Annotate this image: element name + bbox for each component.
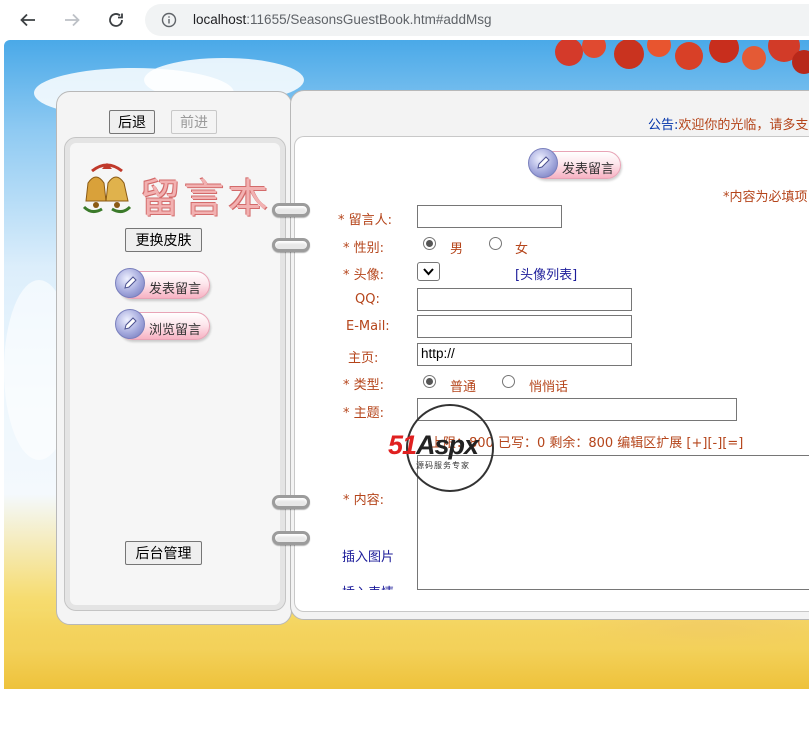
orb-icon [115,309,145,339]
qq-input[interactable] [417,288,632,311]
announcement-text: 欢迎你的光临，请多支 [678,118,809,133]
type-normal-radio[interactable] [423,375,436,388]
watermark-brand: 51Aspx [388,430,479,460]
arrow-left-icon [20,13,35,27]
post-message-header-label: 发表留言 [562,162,615,177]
binder-ring [272,531,310,545]
avatar-label: * 头像: [343,268,385,283]
binder-ring [272,495,310,509]
post-message-nav-label: 发表留言 [149,282,202,297]
type-private-radio[interactable] [502,375,515,388]
browse-messages-nav-button[interactable]: 浏览留言 [115,309,210,340]
name-input[interactable] [417,205,562,228]
gender-label: * 性别: [343,241,385,256]
browser-reload-button[interactable] [102,6,130,34]
forward-button[interactable]: 前进 [171,110,217,134]
binder-ring [272,238,310,252]
guestbook-logo: 留言本 [82,158,277,222]
binder-ring [272,203,310,217]
url-text: localhost:11655/SeasonsGuestBook.htm#add… [193,12,492,27]
gender-female-label: 女 [515,242,529,257]
pencil-icon [537,156,550,169]
browser-toolbar: localhost:11655/SeasonsGuestBook.htm#add… [0,0,809,40]
type-normal-label: 普通 [450,380,477,395]
content-label: * 内容: [343,493,385,508]
qq-label: QQ: [355,292,380,307]
reload-icon [109,13,123,27]
gender-male-radio[interactable] [423,237,436,250]
subject-label: * 主题: [343,406,385,421]
orb-icon [528,148,558,178]
info-icon[interactable] [161,12,177,28]
announcement: 公告:欢迎你的光临，请多支 [648,114,808,133]
bells-icon [82,163,132,214]
chevron-down-icon [423,268,434,276]
autumn-leaves-decoration [555,40,809,74]
announcement-key: 公告: [648,118,679,133]
change-skin-button[interactable]: 更换皮肤 [125,228,202,252]
pencil-icon [124,317,137,330]
watermark-logo: 51Aspx 源码服务专家 [388,404,510,494]
pencil-icon [124,276,137,289]
email-label: E-Mail: [346,319,390,334]
post-message-header-button[interactable]: 发表留言 [528,148,621,179]
browse-messages-nav-label: 浏览留言 [149,323,202,338]
avatar-select[interactable] [417,262,440,281]
type-label: * 类型: [343,378,385,393]
browser-back-button[interactable] [14,6,42,34]
type-private-label: 悄悄话 [529,380,569,395]
address-bar[interactable]: localhost:11655/SeasonsGuestBook.htm#add… [145,4,809,36]
homepage-label: 主页: [348,351,379,366]
insert-emotion-link[interactable]: 插入表情 [342,582,394,590]
homepage-input[interactable]: http:// [417,343,632,366]
back-button[interactable]: 后退 [109,110,155,134]
watermark-tagline: 源码服务专家 [416,461,470,470]
admin-button[interactable]: 后台管理 [125,541,202,565]
browser-forward-button[interactable] [58,6,86,34]
gender-male-label: 男 [450,242,464,257]
email-input[interactable] [417,315,632,338]
arrow-right-icon [65,13,80,27]
name-label: * 留言人: [338,213,393,228]
required-note: *内容为必填项 [723,190,808,205]
gender-female-radio[interactable] [489,237,502,250]
avatar-list-link[interactable]: [头像列表] [515,264,577,283]
guestbook-title: 留言本 [140,176,272,222]
insert-image-link[interactable]: 插入图片 [342,546,394,565]
orb-icon [115,268,145,298]
post-message-nav-button[interactable]: 发表留言 [115,268,210,299]
